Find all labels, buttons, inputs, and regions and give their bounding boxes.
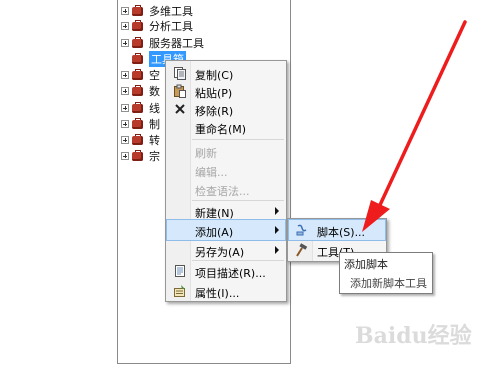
watermark: Baidu经验 xyxy=(355,323,472,349)
annotation-arrow-shaft xyxy=(378,20,467,207)
annotation-arrow-head xyxy=(362,200,390,232)
